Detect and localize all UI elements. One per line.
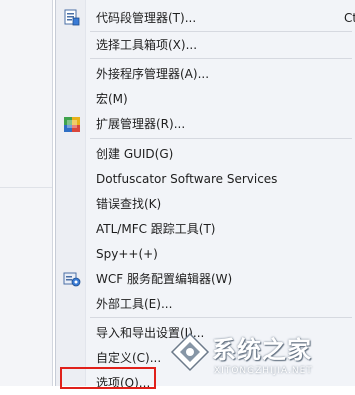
menu-item-atl-mfc-trace[interactable]: ATL/MFC 跟踪工具(T)	[56, 217, 355, 241]
menu-item-macros[interactable]: 宏(M)	[56, 87, 355, 111]
menu-separator	[90, 31, 352, 32]
menu-separator	[90, 58, 352, 59]
menu-item-label: 外接程序管理器(A)...	[96, 67, 210, 81]
menu-item-extension-manager[interactable]: 扩展管理器(R)...	[56, 112, 355, 136]
menu-separator	[90, 317, 352, 318]
menu-item-snippet-manager[interactable]: 代码段管理器(T)... Ct	[56, 6, 355, 30]
menu-item-spy-plus-plus[interactable]: Spy++(+)	[56, 242, 355, 266]
menu-item-label: 创建 GUID(G)	[96, 147, 174, 161]
menu-item-label: 错误查找(K)	[96, 197, 162, 211]
menu-separator	[90, 138, 352, 139]
watermark-logo: 系统之家 XITONGZHIJIA.NET	[168, 322, 355, 386]
background-divider	[0, 187, 52, 188]
menu-item-wcf-config-editor[interactable]: WCF 服务配置编辑器(W)	[56, 267, 355, 291]
background-panel-edge	[52, 0, 53, 386]
menu-item-dotfuscator[interactable]: Dotfuscator Software Services	[56, 167, 355, 191]
menu-item-label: WCF 服务配置编辑器(W)	[96, 272, 233, 286]
menu-item-addin-manager[interactable]: 外接程序管理器(A)...	[56, 62, 355, 86]
menu-item-label: 外部工具(E)...	[96, 297, 173, 311]
watermark-subtext: XITONGZHIJIA.NET	[214, 366, 313, 376]
menu-item-label: Dotfuscator Software Services	[96, 172, 278, 186]
menu-item-label: 自定义(C)...	[96, 351, 162, 365]
menu-item-label: Spy++(+)	[96, 247, 158, 261]
menu-item-label: 扩展管理器(R)...	[96, 117, 186, 131]
menu-item-label: 宏(M)	[96, 92, 128, 106]
menu-item-choose-toolbox-items[interactable]: 选择工具箱项(X)...	[56, 33, 355, 57]
background-panel	[0, 0, 52, 386]
menu-item-label: ATL/MFC 跟踪工具(T)	[96, 222, 216, 236]
snippet-manager-icon	[63, 9, 81, 27]
watermark-emblem-icon	[170, 332, 210, 372]
menu-item-error-lookup[interactable]: 错误查找(K)	[56, 192, 355, 216]
menu-item-external-tools[interactable]: 外部工具(E)...	[56, 292, 355, 316]
watermark-text: 系统之家	[212, 336, 312, 364]
menu-item-create-guid[interactable]: 创建 GUID(G)	[56, 142, 355, 166]
wcf-config-icon	[63, 270, 81, 288]
menu-item-shortcut: Ct	[344, 11, 355, 25]
extension-manager-icon	[63, 115, 81, 133]
menu-item-label: 选择工具箱项(X)...	[96, 38, 198, 52]
menu-item-label: 代码段管理器(T)...	[96, 11, 197, 25]
